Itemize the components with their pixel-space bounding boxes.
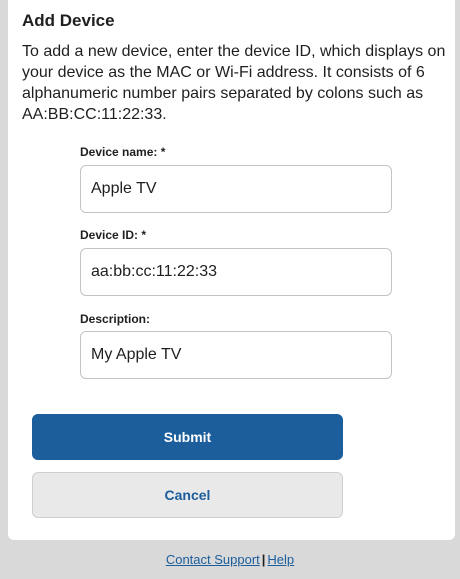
description-field[interactable] [80, 331, 392, 379]
add-device-card: Add Device To add a new device, enter th… [8, 0, 455, 540]
device-id-label: Device ID: * [80, 228, 147, 242]
contact-support-link[interactable]: Contact Support [166, 552, 260, 567]
cancel-button[interactable]: Cancel [32, 472, 343, 518]
footer-separator: | [261, 552, 266, 567]
submit-button[interactable]: Submit [32, 414, 343, 460]
description-label: Description: [80, 312, 151, 326]
device-id-field[interactable] [80, 248, 392, 296]
page-title: Add Device [22, 11, 115, 30]
device-name-label: Device name: * [80, 145, 166, 159]
device-name-field[interactable] [80, 165, 392, 213]
footer: Contact Support | Help [0, 552, 460, 567]
help-link[interactable]: Help [267, 552, 294, 567]
instructions-text: To add a new device, enter the device ID… [22, 43, 446, 123]
